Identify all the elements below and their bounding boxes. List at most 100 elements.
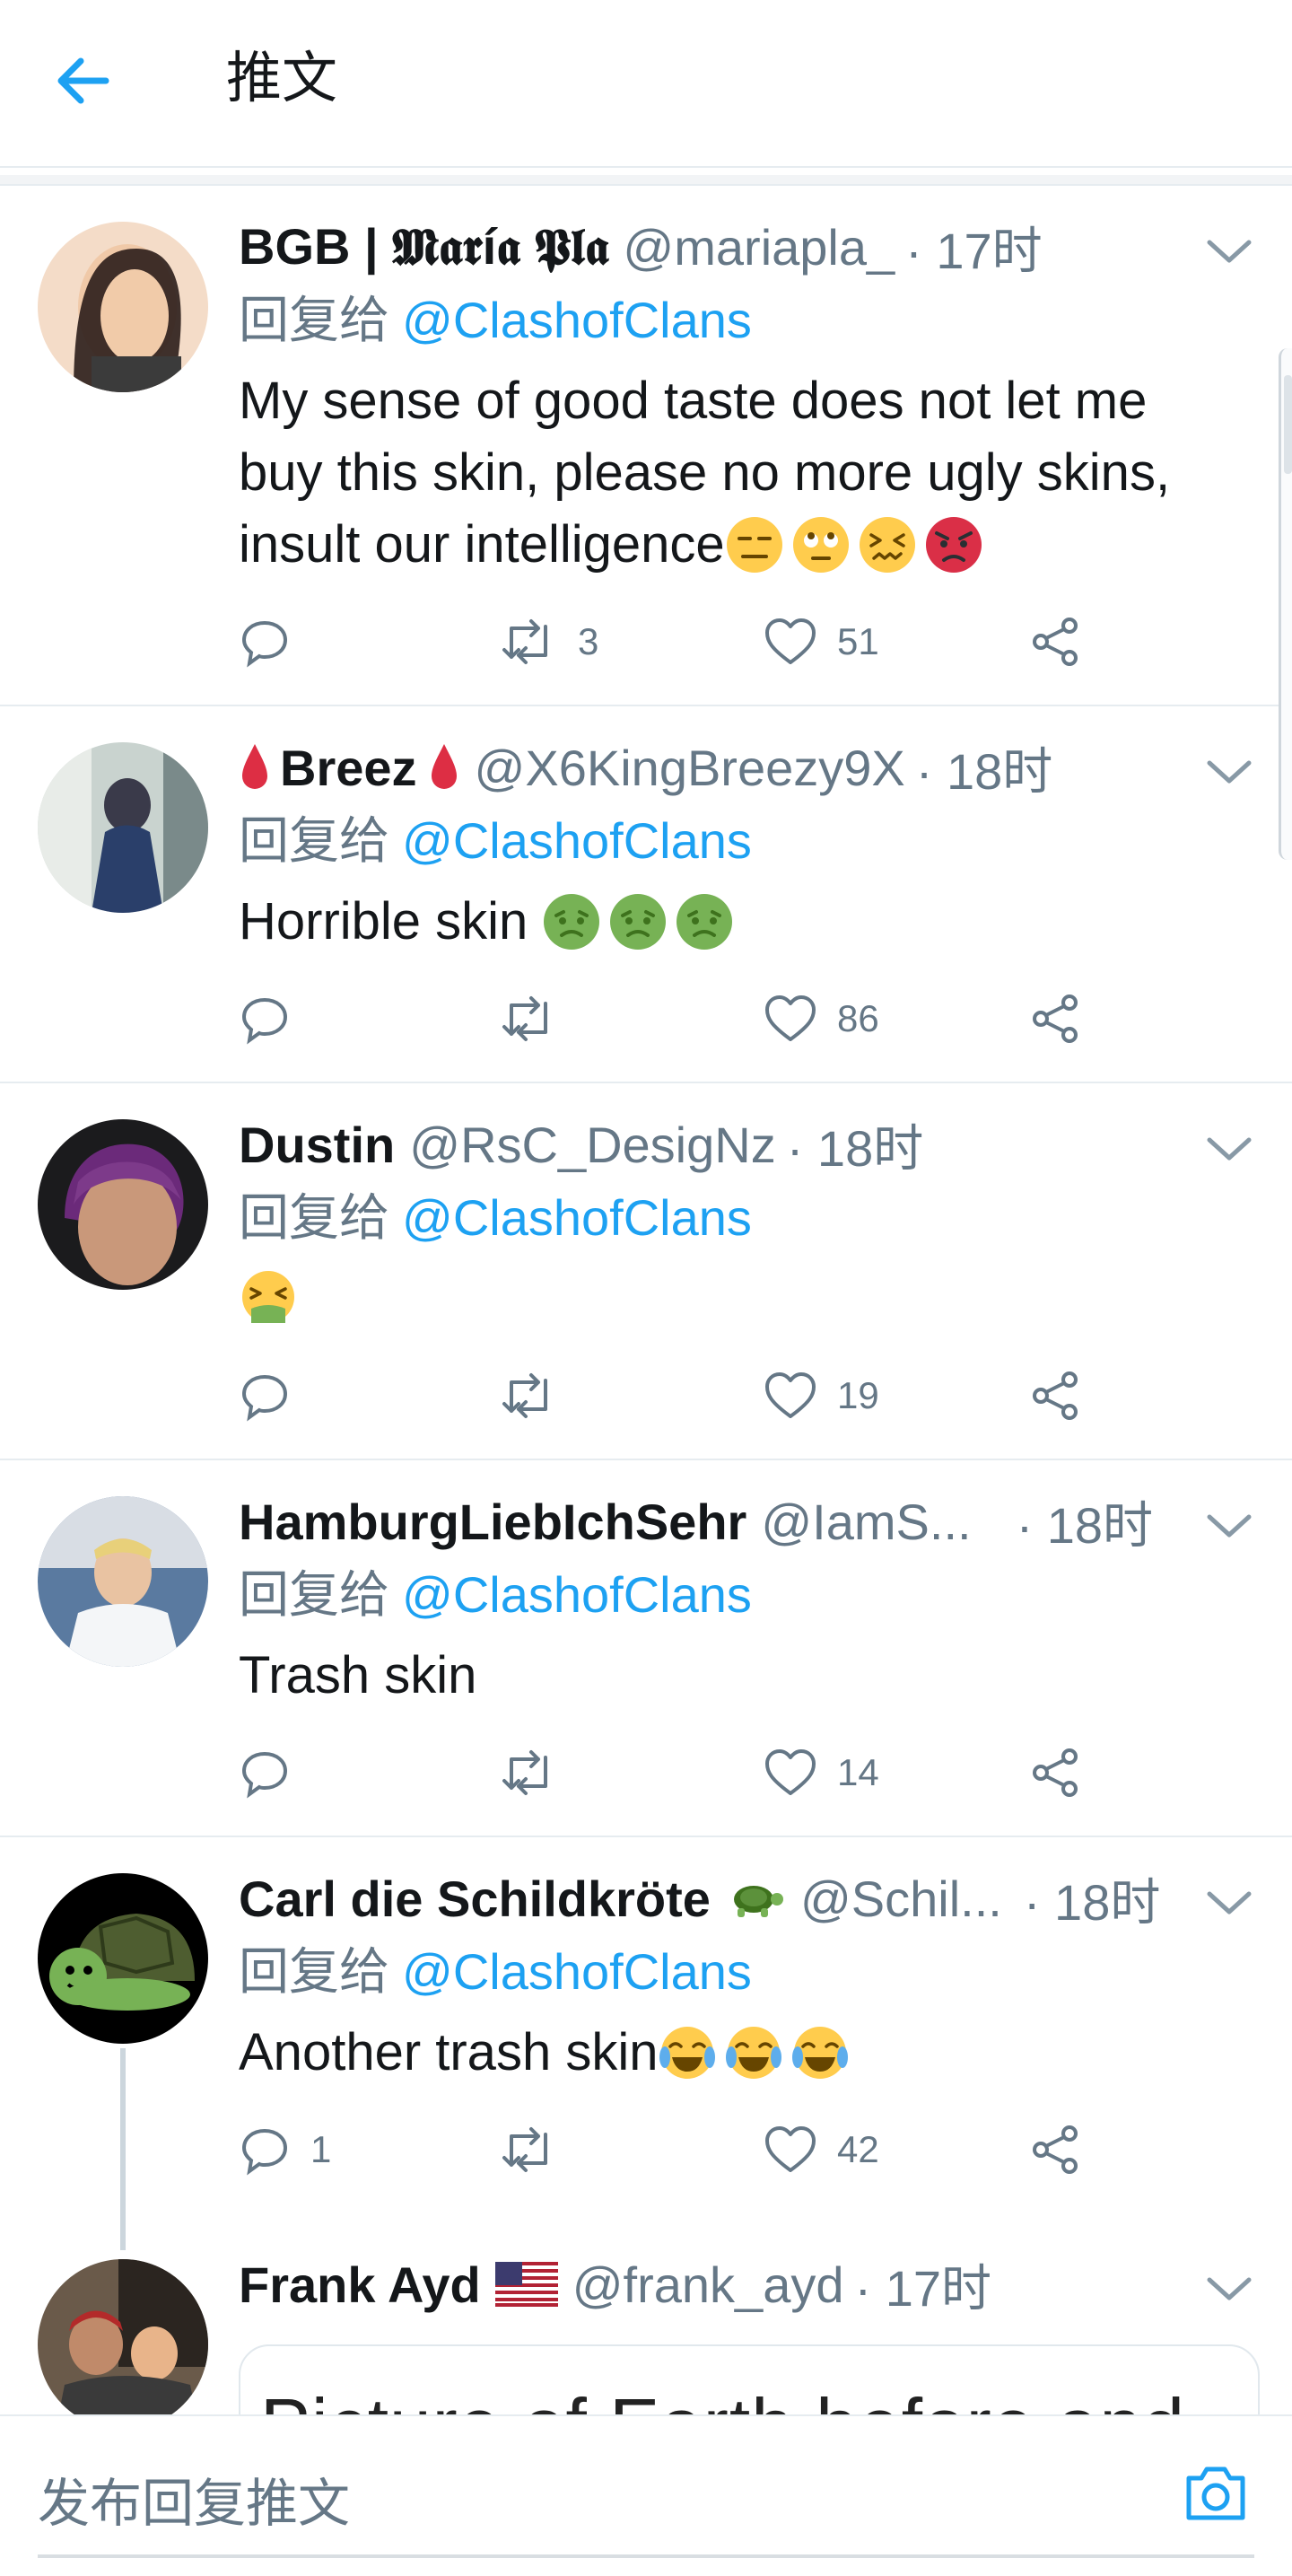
- avatar[interactable]: [38, 1873, 208, 2044]
- mention-link[interactable]: @ClashofClans: [402, 292, 752, 348]
- reply-to-line: 回复给 @ClashofClans: [239, 1941, 752, 2003]
- retweet-button[interactable]: [499, 1741, 578, 1804]
- blood-drop-icon: [242, 744, 267, 789]
- retweet-button[interactable]: [499, 987, 578, 1050]
- reply-button[interactable]: [239, 987, 310, 1050]
- share-icon: [1033, 1748, 1078, 1797]
- reply-button[interactable]: 1: [239, 2118, 331, 2181]
- tweet-item[interactable]: Dustin @RsC_DesigNz · 18时 回复给 @ClashofCla…: [0, 1083, 1292, 1460]
- tweet-actions: 14: [239, 1741, 1136, 1804]
- user-handle[interactable]: @RsC_DesigNz: [409, 1116, 776, 1174]
- reply-to-line: 回复给 @ClashofClans: [239, 810, 752, 872]
- reply-prefix: 回复给: [239, 812, 389, 869]
- share-icon: [1033, 618, 1078, 666]
- tweet-text-body: My sense of good taste does not let me b…: [239, 372, 1171, 574]
- avatar[interactable]: [38, 1119, 208, 1290]
- like-count: 14: [837, 1751, 879, 1793]
- tweet-item[interactable]: BGB | 𝕸𝖆𝖗í𝖆 𝕻𝖑𝖆 @mariapla_ · 17时 回复给 @Cla…: [0, 186, 1292, 706]
- avatar[interactable]: [38, 742, 208, 913]
- tweet-text: My sense of good taste does not let me b…: [239, 365, 1244, 581]
- reply-prefix: 回复给: [239, 1943, 389, 2000]
- emoji-group: [542, 892, 741, 951]
- avatar[interactable]: [38, 222, 208, 392]
- user-handle[interactable]: @Schil...: [800, 1870, 1002, 1928]
- reply-prefix: 回复给: [239, 1189, 389, 1246]
- user-handle[interactable]: @frank_ayd: [572, 2256, 844, 2314]
- tweet-text: Horrible skin: [239, 886, 1244, 958]
- tweet-text: [239, 1263, 1244, 1335]
- like-button[interactable]: 42: [764, 2118, 879, 2181]
- page-title: 推文: [226, 48, 338, 110]
- camera-icon[interactable]: [1180, 2457, 1252, 2528]
- like-button[interactable]: 86: [764, 987, 879, 1050]
- reply-button[interactable]: [239, 610, 310, 673]
- turtle-icon: [733, 1886, 783, 1917]
- retweet-button[interactable]: [499, 2118, 578, 2181]
- tweet-text: Trash skin: [239, 1646, 477, 1704]
- header-divider: [0, 175, 1292, 186]
- display-name[interactable]: Carl die Schildkröte: [239, 1870, 711, 1928]
- tweet-actions: 19: [239, 1364, 1136, 1427]
- reply-button[interactable]: [239, 1364, 310, 1427]
- retweet-button[interactable]: [499, 1364, 578, 1427]
- vomiting-face-emoji-icon: [242, 1271, 294, 1323]
- share-button[interactable]: [1028, 2118, 1082, 2181]
- mention-link[interactable]: @ClashofClans: [402, 1566, 752, 1623]
- reply-button[interactable]: [239, 1741, 310, 1804]
- input-underline: [38, 2554, 1254, 2558]
- thread-connector-line: [120, 2048, 126, 2255]
- scrollbar-thumb[interactable]: [1284, 375, 1292, 474]
- tweet-item[interactable]: Breez @X6KingBreezy9X · 18时 回复给 @ClashofC…: [0, 706, 1292, 1083]
- retweet-icon: [502, 619, 547, 664]
- chevron-down-icon[interactable]: [1202, 1131, 1256, 1167]
- chevron-down-icon[interactable]: [1202, 2271, 1256, 2307]
- display-name[interactable]: Breez: [280, 739, 417, 797]
- timestamp: · 17时: [905, 222, 1043, 279]
- top-bar: 推文: [0, 0, 1292, 168]
- avatar[interactable]: [38, 2259, 208, 2430]
- mention-link[interactable]: @ClashofClans: [402, 1943, 752, 2000]
- reply-input[interactable]: 发布回复推文: [38, 2461, 350, 2537]
- reply-icon: [241, 1374, 288, 1422]
- user-handle[interactable]: @mariapla_: [623, 218, 895, 276]
- chevron-down-icon[interactable]: [1202, 1885, 1256, 1921]
- chevron-down-icon[interactable]: [1202, 754, 1256, 790]
- share-button[interactable]: [1028, 1364, 1082, 1427]
- user-handle[interactable]: @X6KingBreezy9X: [475, 739, 905, 797]
- display-name[interactable]: BGB | 𝕸𝖆𝖗í𝖆 𝕻𝖑𝖆: [239, 217, 608, 277]
- share-icon: [1033, 1371, 1078, 1420]
- face-with-rolling-eyes-emoji-icon: [792, 517, 849, 573]
- reply-prefix: 回复给: [239, 292, 389, 348]
- share-button[interactable]: [1028, 610, 1082, 673]
- share-button[interactable]: [1028, 987, 1082, 1050]
- heart-icon: [765, 995, 816, 1041]
- emoji-group: [239, 1269, 305, 1327]
- reply-prefix: 回复给: [239, 1566, 389, 1623]
- user-handle[interactable]: @IamS...: [761, 1493, 971, 1551]
- like-button[interactable]: 14: [764, 1741, 879, 1804]
- display-name[interactable]: Frank Ayd: [239, 2256, 481, 2314]
- chevron-down-icon[interactable]: [1202, 1508, 1256, 1544]
- heart-icon: [765, 2126, 816, 2172]
- back-button[interactable]: [54, 49, 126, 112]
- like-button[interactable]: 51: [764, 610, 879, 673]
- tweet-text-body: Another trash skin: [239, 2023, 659, 2081]
- retweet-icon: [502, 1373, 547, 1418]
- display-name[interactable]: Dustin: [239, 1116, 395, 1174]
- pouting-face-emoji-icon: [925, 517, 982, 573]
- retweet-button[interactable]: 3: [499, 610, 598, 673]
- timestamp: · 18时: [1016, 1496, 1154, 1554]
- chevron-down-icon[interactable]: [1202, 233, 1256, 269]
- share-button[interactable]: [1028, 1741, 1082, 1804]
- reply-icon: [241, 2128, 288, 2176]
- avatar[interactable]: [38, 1496, 208, 1667]
- mention-link[interactable]: @ClashofClans: [402, 1189, 752, 1246]
- display-name[interactable]: HamburgLiebIchSehr: [239, 1493, 746, 1551]
- face-with-tears-of-joy-emoji-icon: [726, 2027, 782, 2079]
- reply-icon: [241, 620, 288, 668]
- tweet-item[interactable]: Carl die Schildkröte @Schil... · 18时 回复给…: [0, 1837, 1292, 2250]
- tweet-item[interactable]: HamburgLiebIchSehr @IamS... · 18时 回复给 @Cl…: [0, 1460, 1292, 1837]
- scrollbar[interactable]: [1279, 348, 1292, 860]
- mention-link[interactable]: @ClashofClans: [402, 812, 752, 869]
- like-button[interactable]: 19: [764, 1364, 879, 1427]
